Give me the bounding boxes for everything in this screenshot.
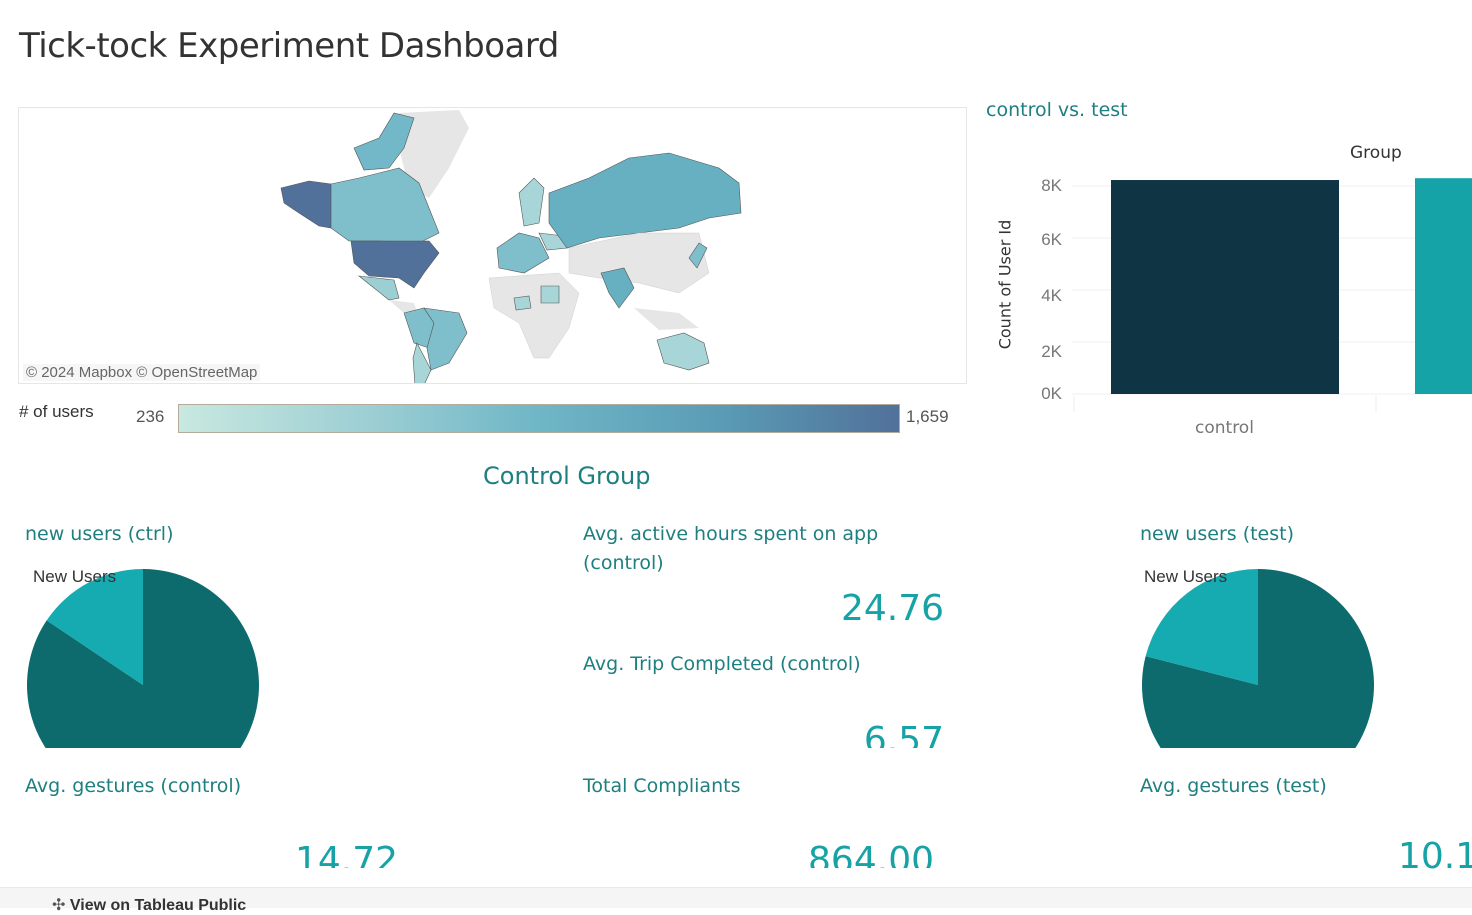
map-region-africa-no-data [488, 272, 580, 359]
gestures-ctrl-value-container: 14.72 [200, 838, 400, 868]
legend-color-ramp [178, 404, 900, 433]
gestures-test-value: 10.1 [1398, 836, 1472, 872]
total-complaints-value: 864.00 [808, 840, 934, 868]
new-users-test-pie[interactable] [1135, 565, 1385, 748]
map-region-nigeria [513, 295, 532, 311]
section-title: Control Group [483, 462, 651, 490]
world-map[interactable]: © 2024 Mapbox © OpenStreetMap [18, 107, 967, 384]
map-region-asia-no-data [568, 232, 710, 294]
total-complaints-value-container: 864.00 [700, 838, 936, 868]
new-users-ctrl-pie-container [20, 565, 270, 748]
legend-max-value: 1,659 [906, 407, 949, 426]
map-region-mexico [357, 275, 400, 301]
gestures-ctrl-title: Avg. gestures (control) [25, 775, 242, 797]
y-tick-8k: 8K [1041, 176, 1062, 195]
trip-completed-ctrl-value-container: 6.57 [700, 718, 946, 748]
new-users-ctrl-pie[interactable] [20, 565, 270, 748]
map-region-scandinavia [518, 177, 545, 227]
gestures-test-value-container: 10.1 [1390, 834, 1472, 872]
gestures-test-title: Avg. gestures (test) [1140, 775, 1327, 797]
x-tick-control: control [1195, 418, 1254, 438]
new-users-test-pie-container [1135, 565, 1385, 748]
map-region-alaska [280, 180, 332, 229]
map-region-western-europe [496, 232, 550, 274]
trip-completed-ctrl-title: Avg. Trip Completed (control) [583, 653, 861, 675]
map-region-sudan [540, 285, 560, 304]
y-tick-2k: 2K [1041, 342, 1062, 361]
pie-ctrl-slice-label: New Users [33, 567, 117, 586]
active-hours-ctrl-title: Avg. active hours spent on app (control) [583, 523, 879, 574]
y-tick-6k: 6K [1041, 230, 1062, 249]
map-region-se-asia-no-data [634, 308, 699, 330]
bar-control[interactable] [1111, 180, 1339, 394]
new-users-ctrl-title: new users (ctrl) [25, 523, 174, 545]
active-hours-ctrl-value: 24.76 [840, 588, 944, 629]
map-region-australia [656, 332, 710, 371]
legend-label: # of users [19, 402, 94, 421]
new-users-test-title: new users (test) [1140, 523, 1295, 545]
footer-bar: ✣ View on Tableau Public [0, 887, 1472, 914]
map-region-usa [350, 240, 440, 289]
map-region-brazil [423, 307, 468, 371]
legend-min-value: 236 [136, 407, 165, 426]
y-tick-0k: 0K [1041, 384, 1062, 403]
view-on-tableau-label: View on Tableau Public [69, 897, 247, 914]
bar-chart-title: control vs. test [986, 99, 1128, 121]
dashboard-title: Tick-tock Experiment Dashboard [19, 26, 559, 66]
total-complaints-title: Total Compliants [583, 775, 741, 797]
trip-completed-ctrl-value: 6.57 [863, 720, 944, 748]
tableau-logo-icon: ✣ [52, 897, 66, 914]
bar-chart [1072, 178, 1472, 412]
gestures-ctrl-value: 14.72 [294, 840, 398, 868]
pie-test-slice-label: New Users [1144, 567, 1228, 586]
y-tick-4k: 4K [1041, 286, 1062, 305]
map-attribution[interactable]: © 2024 Mapbox © OpenStreetMap [23, 364, 261, 381]
bar-test[interactable] [1415, 178, 1472, 394]
map-canvas[interactable] [19, 108, 967, 384]
bar-chart-y-axis-label: Count of User Id [995, 219, 1015, 350]
view-on-tableau-link[interactable]: ✣ View on Tableau Public [52, 895, 246, 915]
